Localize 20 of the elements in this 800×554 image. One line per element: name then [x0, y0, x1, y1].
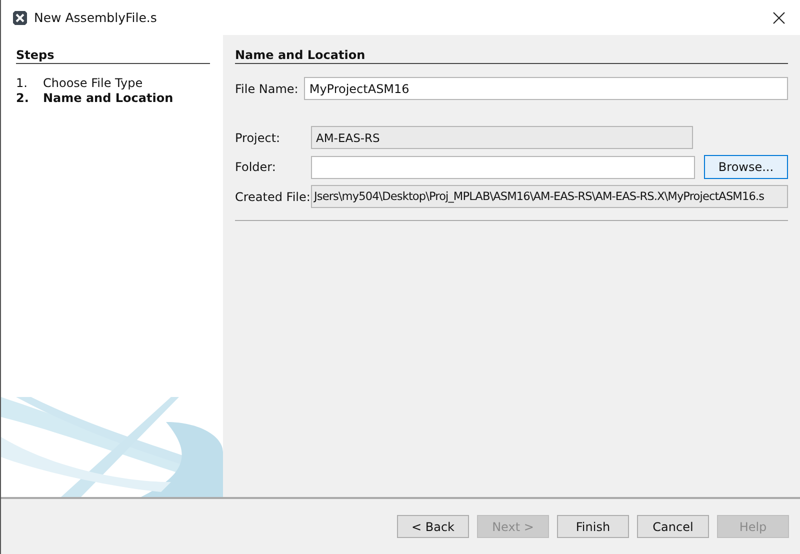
window-title: New AssemblyFile.s: [34, 10, 158, 25]
step-label: Name and Location: [43, 91, 174, 105]
step-number: 1.: [16, 76, 28, 90]
field-label: File Name:: [235, 82, 298, 96]
readonly-field: Jsers\my504\Desktop\Proj_MPLAB\ASM16\AM-EAS-RS\AM-EAS-RS.X\MyProjectASM16.s: [311, 185, 788, 208]
dialog-button[interactable]: Cancel: [637, 515, 709, 538]
app-logo-icon: [12, 10, 28, 26]
browse-button[interactable]: Browse...: [704, 155, 788, 179]
section-heading: Name and Location: [235, 48, 788, 64]
step-number: 2.: [16, 91, 30, 105]
steps-heading: Steps: [16, 48, 210, 64]
dialog-button[interactable]: Finish: [557, 515, 629, 538]
field-label: Folder:: [235, 160, 277, 174]
field-label: Project:: [235, 130, 282, 144]
dialog-button[interactable]: < Back: [397, 515, 469, 538]
step-label: Choose File Type: [43, 76, 143, 90]
text-field[interactable]: [311, 156, 695, 178]
close-icon[interactable]: [773, 12, 785, 24]
text-field[interactable]: MyProjectASM16: [304, 77, 788, 100]
readonly-field: AM-EAS-RS: [311, 126, 693, 149]
